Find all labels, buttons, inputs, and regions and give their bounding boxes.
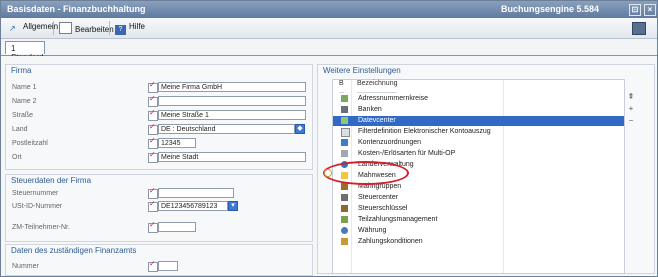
bearbeiten-label: Bearbeiten	[75, 25, 114, 34]
nummer-checkbox[interactable]	[148, 259, 158, 272]
tab-strip: 1 Standard	[1, 39, 657, 62]
list-item[interactable]: Filterdefinition Elektronischer Kontoaus…	[333, 127, 624, 137]
list-item[interactable]: Kosten-/Erlösarten für Multi-OP	[333, 149, 624, 159]
add-icon[interactable]: +	[625, 104, 637, 116]
col-bezeichnung-header: Bezeichnung	[357, 80, 398, 93]
name2-label: Name 2	[12, 98, 37, 105]
zm-checkbox[interactable]	[148, 220, 158, 233]
nummer-label: Nummer	[12, 263, 39, 270]
steuernummer-label: Steuernummer	[12, 190, 59, 197]
ustid-checkbox[interactable]	[148, 199, 158, 212]
steuer-group: Steuerdaten der Firma Steuernummer USt-I…	[5, 174, 313, 242]
steuer-heading: Steuerdaten der Firma	[11, 176, 92, 185]
hilfe-label: Hilfe	[129, 22, 146, 31]
nummer-field[interactable]	[158, 261, 178, 271]
address-icon	[341, 95, 348, 102]
land-label: Land	[12, 126, 28, 133]
allgemein-button[interactable]: ↗ Allgemein	[9, 22, 58, 34]
list-item[interactable]: Adressnummernkreise	[333, 94, 624, 104]
name2-checkbox[interactable]	[148, 94, 158, 107]
group-icon	[341, 183, 348, 190]
tab-standard[interactable]: 1 Standard	[5, 41, 45, 62]
ustid-dropdown-icon[interactable]: ▾	[228, 201, 238, 211]
finanzamt-heading: Daten des zuständigen Finanzamts	[11, 246, 137, 255]
filter-icon	[341, 128, 350, 137]
weitere-heading: Weitere Einstellungen	[323, 66, 401, 75]
list-item[interactable]: Währung	[333, 226, 624, 236]
plz-checkbox[interactable]	[148, 136, 158, 149]
firma-group: Firma Name 1 Meine Firma GmbH Name 2 Str…	[5, 64, 313, 170]
list-item[interactable]: Steuerschlüssel	[333, 204, 624, 214]
minimize-icon[interactable]: ⊡	[629, 4, 641, 16]
list-item[interactable]: Zahlungskonditionen	[333, 237, 624, 247]
currency-icon	[341, 227, 348, 234]
tax-icon	[341, 194, 348, 201]
land-dropdown-icon[interactable]: ◆	[295, 124, 305, 134]
engine-version: Buchungsengine 5.584	[501, 4, 600, 14]
list-item-selected[interactable]: Datevcenter	[333, 116, 624, 126]
bank-icon	[341, 106, 348, 113]
main-window: Basisdaten - Finanzbuchhaltung Buchungse…	[0, 0, 658, 277]
list-item[interactable]: Teilzahlungsmanagement	[333, 215, 624, 225]
steuernummer-checkbox[interactable]	[148, 186, 158, 199]
installment-icon	[341, 216, 348, 223]
firma-heading: Firma	[11, 66, 32, 75]
list-side-icons: ⇞ + −	[625, 92, 637, 128]
toolbar: ↗ Allgemein Bearbeiten ? Hilfe	[1, 18, 657, 39]
window-title: Basisdaten - Finanzbuchhaltung	[7, 4, 146, 14]
plz-label: Postleitzahl	[12, 140, 48, 147]
zm-field[interactable]	[158, 222, 196, 232]
name1-label: Name 1	[12, 84, 37, 91]
name1-checkbox[interactable]	[148, 80, 158, 93]
land-checkbox[interactable]	[148, 122, 158, 135]
hilfe-button[interactable]: ? Hilfe	[115, 22, 146, 35]
datev-icon	[341, 117, 348, 124]
key-icon	[341, 205, 348, 212]
close-icon[interactable]: ×	[644, 4, 656, 16]
save-icon[interactable]	[632, 22, 646, 35]
name1-field[interactable]: Meine Firma GmbH	[158, 82, 306, 92]
title-bar: Basisdaten - Finanzbuchhaltung Buchungse…	[1, 1, 657, 18]
ort-field[interactable]: Meine Stadt	[158, 152, 306, 162]
move-top-icon[interactable]: ⇞	[625, 92, 637, 104]
ort-label: Ort	[12, 154, 22, 161]
pointer-icon	[324, 169, 332, 177]
zm-label: ZM-Teilnehmer-Nr.	[12, 224, 70, 231]
land-field[interactable]: DE : Deutschland	[158, 124, 295, 134]
strasse-field[interactable]: Meine Straße 1	[158, 110, 306, 120]
payment-icon	[341, 238, 348, 245]
remove-icon[interactable]: −	[625, 116, 637, 128]
edit-icon	[59, 22, 72, 34]
strasse-label: Straße	[12, 112, 34, 119]
ustid-label: USt-ID-Nummer	[12, 203, 63, 210]
list-item[interactable]: Steuercenter	[333, 193, 624, 203]
list-item[interactable]: Kontenzuordnungen	[333, 138, 624, 148]
arrow-icon: ↗	[9, 24, 16, 33]
list-item[interactable]: Banken	[333, 105, 624, 115]
ustid-field[interactable]: DE123456789123	[158, 201, 228, 211]
highlight-ellipse	[323, 161, 409, 185]
bearbeiten-button[interactable]: Bearbeiten	[59, 22, 114, 34]
finanzamt-group: Daten des zuständigen Finanzamts Nummer	[5, 244, 313, 276]
content-panel: Firma Name 1 Meine Firma GmbH Name 2 Str…	[1, 56, 657, 276]
cost-icon	[341, 150, 348, 157]
col-b-header: B	[339, 80, 344, 93]
help-icon: ?	[115, 25, 126, 35]
steuernummer-field[interactable]	[158, 188, 234, 198]
strasse-checkbox[interactable]	[148, 108, 158, 121]
name2-field[interactable]	[158, 96, 306, 106]
plz-field[interactable]: 12345	[158, 138, 196, 148]
ort-checkbox[interactable]	[148, 150, 158, 163]
accounts-icon	[341, 139, 348, 146]
